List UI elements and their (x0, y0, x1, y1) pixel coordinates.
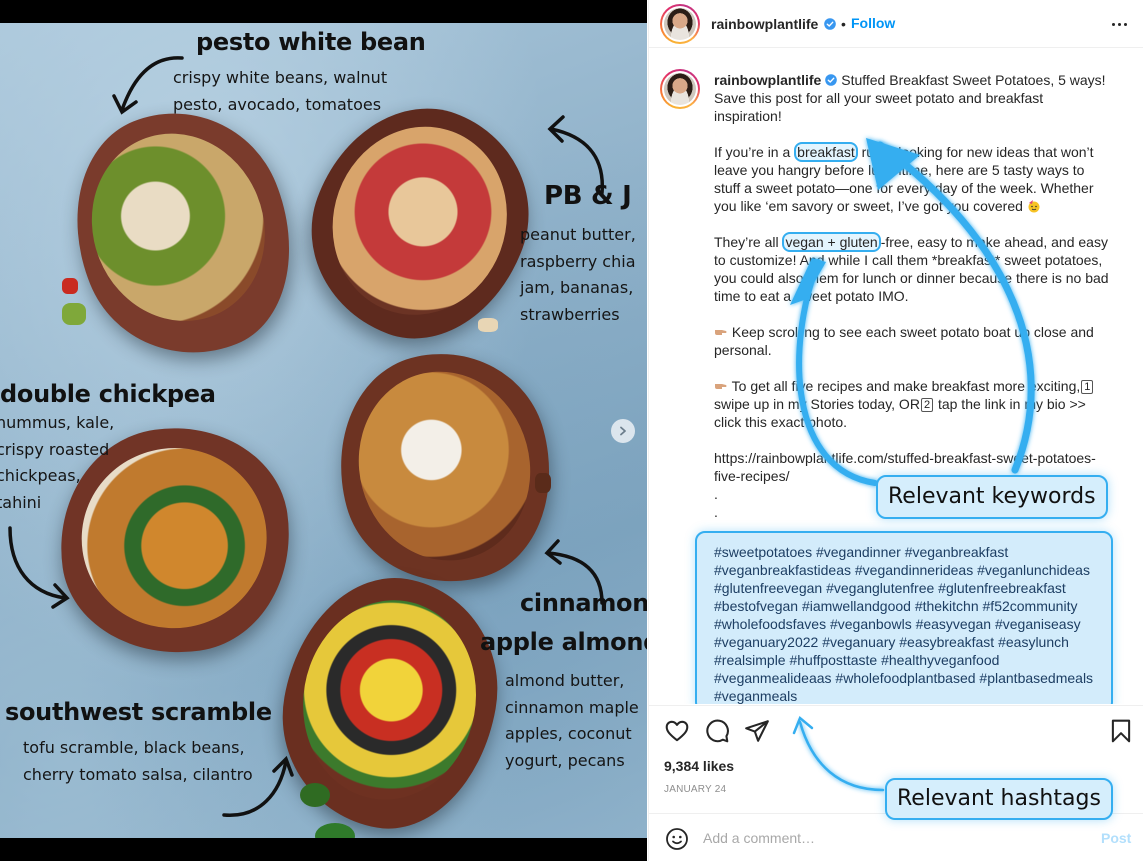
heart-icon[interactable] (664, 718, 690, 744)
caption-username[interactable]: rainbowplantlife (714, 72, 821, 88)
hashtag-list[interactable]: #sweetpotatoes #vegandinner #veganbreakf… (714, 543, 1109, 704)
hashtag-highlight-box: #sweetpotatoes #vegandinner #veganbreakf… (695, 531, 1113, 704)
keyword-highlight-vegan-gluten: vegan + gluten (782, 232, 881, 252)
smiley-icon[interactable] (665, 827, 689, 851)
header-username[interactable]: rainbowplantlife (711, 16, 818, 32)
label-title-apple-almond: apple almond (480, 628, 647, 656)
label-desc-pesto-white-bean: crispy white beans, walnut pesto, avocad… (173, 65, 387, 118)
label-desc-pbj: peanut butter, raspberry chia jam, banan… (520, 222, 636, 328)
arrow-pbj (547, 115, 605, 195)
coconut-crumb (478, 318, 498, 332)
label-title-southwest-scramble: southwest scramble (5, 698, 272, 726)
partying-face-emoji-icon (1028, 200, 1040, 213)
label-title-double-chickpea: double chickpea (0, 380, 216, 408)
arrow-southwest (222, 755, 294, 817)
desc-line: apples, coconut (505, 724, 632, 743)
desc-line: raspberry chia (520, 251, 636, 271)
verified-badge-icon (825, 74, 838, 86)
label-desc-double-chickpea: hummus, kale, crispy roasted chickpeas, … (0, 410, 114, 516)
arrow-chickpea (8, 526, 70, 609)
bookmark-icon[interactable] (1108, 718, 1134, 744)
avatar[interactable] (660, 4, 700, 44)
desc-line: tahini (0, 492, 42, 512)
cilantro-leaf (315, 823, 355, 838)
comment-input[interactable] (703, 828, 1083, 848)
desc-line: peanut butter, (520, 225, 636, 244)
comment-bar: Post (649, 813, 1143, 861)
pecan-crumb (535, 473, 551, 493)
label-desc-cinnamon-apple-almond: almond butter, cinnamon maple apples, co… (505, 668, 639, 774)
label-desc-southwest-scramble: tofu scramble, black beans, cherry tomat… (23, 735, 253, 788)
paper-plane-icon[interactable] (744, 718, 770, 744)
keycap-number-1: 1 (1081, 380, 1094, 394)
potato-pbj (281, 79, 559, 367)
callout-relevant-hashtags: Relevant hashtags (885, 778, 1113, 820)
caption-avatar[interactable] (660, 69, 700, 109)
avatar-image (664, 8, 696, 40)
desc-line: hummus, kale, (0, 413, 115, 432)
more-horizontal-icon (1111, 22, 1115, 26)
label-title-pesto-white-bean: pesto white bean (196, 28, 426, 56)
desc-line: cinnamon maple (505, 697, 639, 717)
desc-line: chickpeas, (0, 466, 81, 485)
post-comment-button[interactable]: Post (1101, 830, 1131, 846)
chevron-right-icon (620, 426, 626, 436)
caption-segment: To get all five recipes and make breakfa… (728, 378, 1081, 394)
desc-line: cherry tomato salsa, cilantro (23, 764, 253, 784)
likes-count[interactable]: 9,384 likes (664, 758, 734, 774)
tomato-crumb (62, 278, 78, 294)
desc-line: almond butter, (505, 671, 625, 690)
caption-segment: Keep scrolling to see each sweet potato … (714, 324, 1094, 358)
more-options-button[interactable] (1109, 14, 1129, 34)
post-date[interactable]: JANUARY 24 (664, 784, 726, 795)
pointing-right-hand-icon (715, 330, 727, 335)
cilantro-leaf (300, 783, 330, 807)
post-photo[interactable]: pesto white bean crispy white beans, wal… (0, 23, 647, 838)
desc-line: strawberries (520, 304, 620, 324)
follow-button[interactable]: Follow (851, 15, 895, 31)
desc-line: jam, bananas, (520, 278, 634, 297)
keyword-highlight-breakfast: breakfast (794, 142, 858, 162)
potato-pesto-white-bean (39, 80, 327, 387)
pointing-right-hand-icon (715, 384, 727, 389)
potato-cinnamon-apple-almond (313, 329, 577, 607)
arrow-pesto (112, 56, 184, 115)
desc-line: crispy white beans, walnut (173, 68, 388, 87)
action-bar (649, 705, 1143, 753)
post-media: pesto white bean crispy white beans, wal… (0, 0, 647, 861)
comment-icon[interactable] (704, 718, 730, 744)
keycap-number-2: 2 (920, 398, 934, 412)
avatar-image (664, 73, 696, 105)
desc-line: tofu scramble, black beans, (23, 738, 245, 757)
post-header: rainbowplantlife • Follow (649, 0, 1143, 48)
desc-line: crispy roasted (0, 439, 110, 459)
verified-badge-icon (824, 18, 836, 30)
more-dot (1117, 22, 1121, 26)
arrow-cinnamon (544, 539, 604, 605)
more-dot (1123, 22, 1127, 26)
avocado-crumb (62, 303, 86, 325)
separator-dot: • (841, 16, 846, 32)
caption-scroll-area[interactable]: rainbowplantlife Stuffed Breakfast Sweet… (649, 49, 1143, 704)
caption-segment: They’re all (714, 234, 779, 250)
desc-line: pesto, avocado, tomatoes (173, 94, 382, 114)
callout-relevant-keywords: Relevant keywords (876, 475, 1108, 519)
desc-line: yogurt, pecans (505, 750, 625, 770)
carousel-next-button[interactable] (611, 419, 635, 443)
post-details-panel: rainbowplantlife • Follow rainbowplantli… (648, 0, 1143, 861)
